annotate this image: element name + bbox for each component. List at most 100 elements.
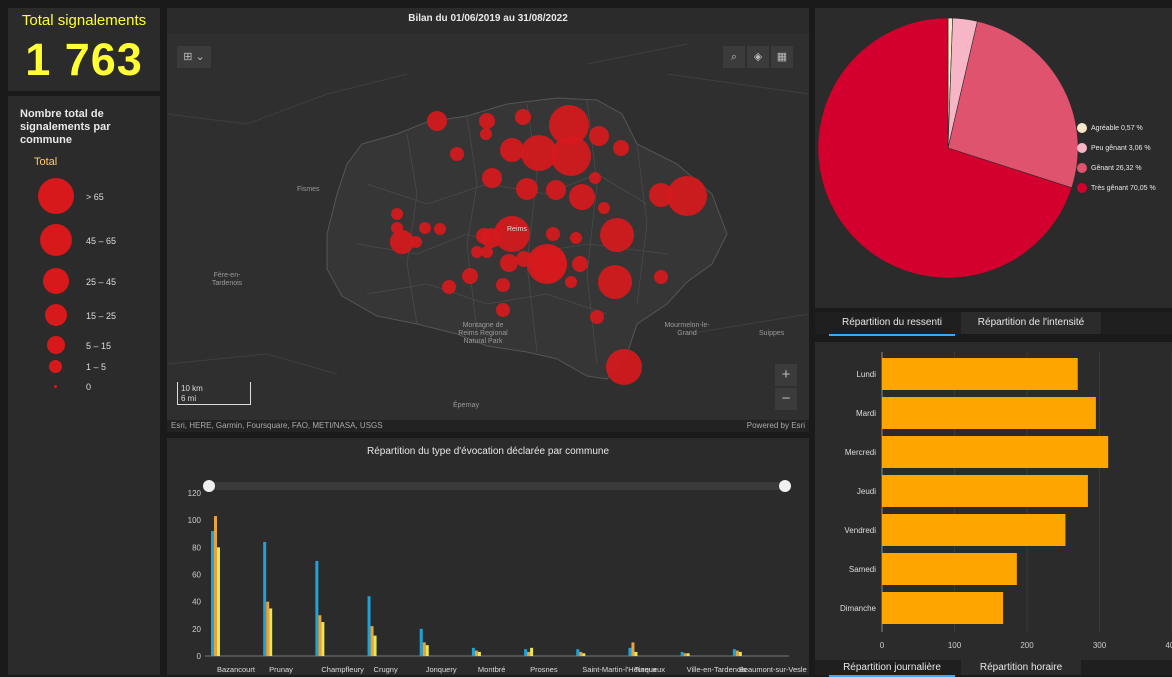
- commune-bar[interactable]: [419, 628, 423, 656]
- x-tick-label: 300: [1093, 641, 1107, 650]
- commune-bar[interactable]: [266, 601, 270, 656]
- commune-bar[interactable]: [367, 596, 371, 656]
- commune-bar[interactable]: [631, 642, 635, 656]
- weekday-bar[interactable]: [882, 592, 1004, 624]
- tab-intensite[interactable]: Répartition de l'intensité: [961, 312, 1101, 334]
- commune-bubble[interactable]: [427, 111, 447, 131]
- weekday-bar[interactable]: [882, 358, 1078, 390]
- commune-bar[interactable]: [732, 649, 736, 656]
- weekday-bar[interactable]: [882, 475, 1088, 507]
- range-slider-handle-left[interactable]: [203, 480, 215, 492]
- commune-bubble[interactable]: [500, 254, 518, 272]
- commune-bubble[interactable]: [515, 109, 531, 125]
- powered-by-link[interactable]: Powered by Esri: [747, 421, 805, 430]
- commune-bubble[interactable]: [565, 276, 577, 288]
- commune-bar[interactable]: [425, 645, 429, 656]
- commune-bubble[interactable]: [496, 278, 510, 292]
- commune-bubble[interactable]: [546, 180, 566, 200]
- commune-bubble[interactable]: [606, 349, 642, 385]
- commune-bubble[interactable]: [480, 128, 492, 140]
- qr-icon[interactable]: ▦: [771, 46, 793, 68]
- commune-bar[interactable]: [269, 608, 273, 656]
- commune-bubble[interactable]: [570, 232, 582, 244]
- commune-bar[interactable]: [579, 651, 583, 656]
- map-view[interactable]: ⊞ ⌄ ⌕ ◈ ▦ + − Fismes Reims Fère-en-Tarde…: [167, 34, 809, 428]
- commune-bubble[interactable]: [590, 310, 604, 324]
- weekday-bar[interactable]: [882, 553, 1017, 585]
- tab-horaire[interactable]: Répartition horaire: [961, 660, 1081, 675]
- commune-bubble[interactable]: [479, 113, 495, 129]
- commune-bubble[interactable]: [613, 140, 629, 156]
- commune-bar[interactable]: [217, 547, 220, 656]
- commune-bubble[interactable]: [569, 184, 595, 210]
- commune-bubble[interactable]: [500, 138, 524, 162]
- tab-ressenti[interactable]: Répartition du ressenti: [829, 312, 955, 336]
- basemap-toggle-button[interactable]: ⊞ ⌄: [177, 46, 211, 68]
- commune-bar[interactable]: [576, 649, 580, 656]
- weekday-label: Vendredi: [844, 526, 876, 535]
- commune-bubble[interactable]: [546, 227, 560, 241]
- commune-bubble[interactable]: [516, 178, 538, 200]
- zoom-out-button[interactable]: −: [775, 388, 797, 410]
- commune-bubble[interactable]: [598, 265, 632, 299]
- commune-bubble[interactable]: [390, 230, 414, 254]
- commune-bubble[interactable]: [589, 172, 601, 184]
- legend-symbol: [40, 224, 72, 256]
- commune-bubble[interactable]: [572, 256, 588, 272]
- commune-bubble[interactable]: [589, 126, 609, 146]
- commune-bar[interactable]: [628, 647, 632, 656]
- commune-bar[interactable]: [211, 531, 214, 656]
- commune-bubble[interactable]: [598, 202, 610, 214]
- x-tick-label: Crugny: [374, 665, 398, 674]
- commune-bubble[interactable]: [462, 268, 478, 284]
- commune-bubble[interactable]: [600, 218, 634, 252]
- commune-bubble[interactable]: [450, 147, 464, 161]
- map-canvas[interactable]: [167, 34, 809, 428]
- commune-bubble[interactable]: [527, 244, 567, 284]
- commune-bubble[interactable]: [482, 168, 502, 188]
- commune-bubble[interactable]: [551, 136, 591, 176]
- commune-bar[interactable]: [474, 650, 478, 656]
- zoom-in-button[interactable]: +: [775, 364, 797, 386]
- commune-bar[interactable]: [477, 651, 481, 656]
- commune-bubble[interactable]: [496, 303, 510, 317]
- y-tick-label: 120: [188, 489, 202, 498]
- commune-bar[interactable]: [321, 622, 325, 656]
- commune-bar[interactable]: [735, 650, 739, 656]
- weekday-bar[interactable]: [882, 514, 1066, 546]
- commune-bubble[interactable]: [667, 176, 707, 216]
- commune-bar[interactable]: [263, 541, 267, 656]
- commune-bar[interactable]: [318, 615, 322, 656]
- commune-bubble[interactable]: [442, 280, 456, 294]
- range-slider-track[interactable]: [205, 482, 789, 490]
- weekday-bar[interactable]: [882, 436, 1109, 468]
- commune-bubble[interactable]: [654, 270, 668, 284]
- commune-bar[interactable]: [370, 626, 374, 656]
- commune-bar[interactable]: [634, 651, 638, 656]
- layers-icon[interactable]: ◈: [747, 46, 769, 68]
- search-icon[interactable]: ⌕: [723, 46, 745, 68]
- commune-bar[interactable]: [373, 635, 377, 656]
- commune-bar[interactable]: [738, 651, 742, 656]
- weekday-bar[interactable]: [882, 397, 1096, 429]
- range-slider-handle-right[interactable]: [779, 480, 791, 492]
- commune-bar[interactable]: [524, 649, 528, 656]
- commune-bar[interactable]: [530, 647, 534, 656]
- commune-bar[interactable]: [680, 651, 684, 656]
- commune-bar[interactable]: [214, 516, 217, 656]
- commune-bar[interactable]: [315, 560, 319, 656]
- commune-bubble[interactable]: [481, 228, 501, 248]
- legend-subtitle: Total: [34, 156, 58, 168]
- commune-bar[interactable]: [686, 653, 690, 656]
- commune-bar[interactable]: [582, 653, 586, 656]
- commune-bubble[interactable]: [391, 208, 403, 220]
- commune-bar[interactable]: [527, 651, 531, 656]
- commune-bubble[interactable]: [419, 222, 431, 234]
- map-label: Montagne de Reims Regional Natural Park: [458, 322, 508, 345]
- commune-bar[interactable]: [471, 647, 475, 656]
- commune-bar[interactable]: [683, 653, 687, 656]
- commune-bar[interactable]: [422, 642, 426, 656]
- commune-bubble[interactable]: [434, 223, 446, 235]
- commune-bubble[interactable]: [471, 246, 483, 258]
- tab-journaliere[interactable]: Répartition journalière: [829, 660, 955, 677]
